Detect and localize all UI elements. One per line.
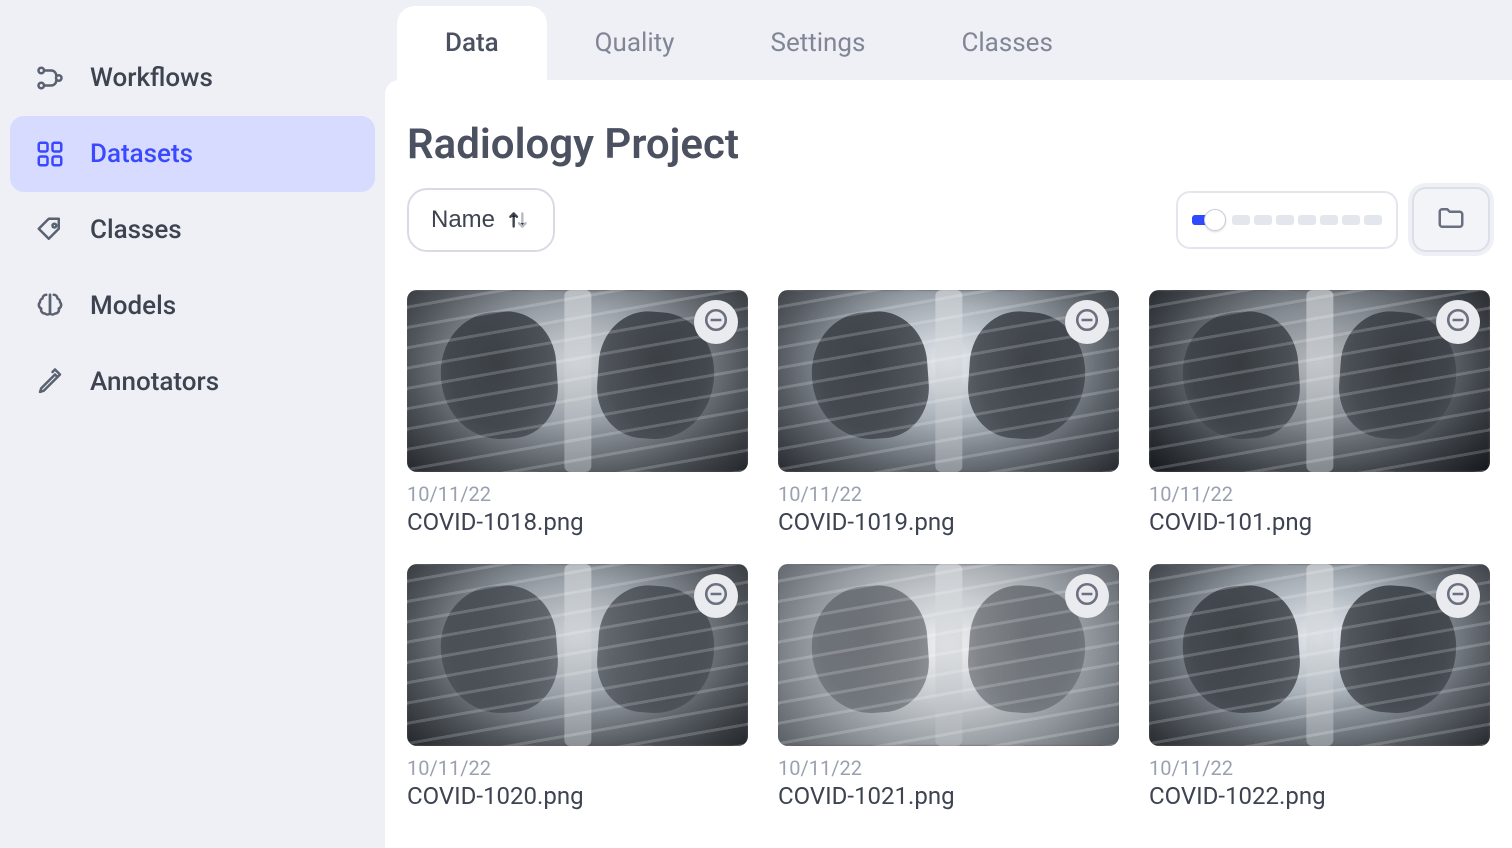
- dataset-item-name: COVID-1020.png: [407, 782, 748, 810]
- dataset-item: 10/11/22 COVID-1022.png: [1149, 564, 1490, 810]
- tab-data[interactable]: Data: [397, 6, 547, 80]
- sidebar-item-models[interactable]: Models: [10, 268, 375, 344]
- sidebar-item-workflows[interactable]: Workflows: [10, 40, 375, 116]
- image-grid: 10/11/22 COVID-1018.png 10/11/22 C: [407, 290, 1490, 810]
- datasets-icon: [34, 138, 66, 170]
- status-badge: [1065, 574, 1109, 618]
- toolbar-right: [1176, 187, 1490, 252]
- main-panel: Data Quality Settings Classes Radiology …: [385, 0, 1512, 848]
- unlabeled-icon: [1445, 581, 1471, 611]
- dataset-item: 10/11/22 COVID-1021.png: [778, 564, 1119, 810]
- sort-arrows-icon: [505, 207, 531, 233]
- tab-settings[interactable]: Settings: [723, 6, 914, 80]
- sidebar-item-label: Datasets: [90, 139, 193, 169]
- thumbnail-size-slider[interactable]: [1176, 191, 1398, 249]
- app-root: Workflows Datasets Classes: [0, 0, 1512, 848]
- sidebar-item-label: Models: [90, 291, 176, 321]
- dataset-thumbnail[interactable]: [407, 290, 748, 472]
- dataset-thumbnail[interactable]: [407, 564, 748, 746]
- folder-view-button[interactable]: [1412, 187, 1490, 252]
- sort-label: Name: [431, 206, 495, 234]
- dataset-item-date: 10/11/22: [778, 756, 1119, 780]
- sidebar: Workflows Datasets Classes: [0, 0, 385, 848]
- unlabeled-icon: [1074, 307, 1100, 337]
- sidebar-item-label: Workflows: [90, 63, 213, 93]
- sort-button[interactable]: Name: [407, 188, 555, 252]
- status-badge: [1065, 300, 1109, 344]
- dataset-item: 10/11/22 COVID-1019.png: [778, 290, 1119, 536]
- sidebar-item-label: Classes: [90, 215, 182, 245]
- status-badge: [694, 300, 738, 344]
- sidebar-item-annotators[interactable]: Annotators: [10, 344, 375, 420]
- tag-icon: [34, 214, 66, 246]
- tab-quality[interactable]: Quality: [547, 6, 723, 80]
- zoom-segment: [1276, 215, 1294, 225]
- brain-icon: [34, 290, 66, 322]
- tab-classes[interactable]: Classes: [913, 6, 1100, 80]
- dataset-item-name: COVID-1019.png: [778, 508, 1119, 536]
- page-title: Radiology Project: [407, 120, 1490, 169]
- status-badge: [694, 574, 738, 618]
- zoom-segment: [1232, 215, 1250, 225]
- dataset-item-date: 10/11/22: [778, 482, 1119, 506]
- dataset-item-date: 10/11/22: [1149, 482, 1490, 506]
- zoom-thumb: [1204, 209, 1226, 231]
- dataset-item-date: 10/11/22: [407, 482, 748, 506]
- toolbar: Name: [407, 187, 1490, 252]
- unlabeled-icon: [703, 307, 729, 337]
- unlabeled-icon: [703, 581, 729, 611]
- unlabeled-icon: [1445, 307, 1471, 337]
- sidebar-item-classes[interactable]: Classes: [10, 192, 375, 268]
- status-badge: [1436, 574, 1480, 618]
- dataset-item-name: COVID-101.png: [1149, 508, 1490, 536]
- dataset-item-name: COVID-1021.png: [778, 782, 1119, 810]
- tab-label: Data: [445, 28, 499, 58]
- pen-icon: [34, 366, 66, 398]
- sidebar-item-datasets[interactable]: Datasets: [10, 116, 375, 192]
- dataset-item: 10/11/22 COVID-101.png: [1149, 290, 1490, 536]
- tab-label: Classes: [961, 28, 1052, 58]
- zoom-segment: [1342, 215, 1360, 225]
- dataset-item-date: 10/11/22: [1149, 756, 1490, 780]
- zoom-segment: [1320, 215, 1338, 225]
- tab-label: Settings: [771, 28, 866, 58]
- tabbar: Data Quality Settings Classes: [385, 0, 1512, 80]
- workflow-icon: [34, 62, 66, 94]
- dataset-thumbnail[interactable]: [778, 564, 1119, 746]
- dataset-item-name: COVID-1022.png: [1149, 782, 1490, 810]
- folder-icon: [1436, 203, 1466, 236]
- content-area: Radiology Project Name: [385, 80, 1512, 848]
- dataset-item: 10/11/22 COVID-1018.png: [407, 290, 748, 536]
- zoom-segment: [1254, 215, 1272, 225]
- zoom-segment: [1298, 215, 1316, 225]
- dataset-item: 10/11/22 COVID-1020.png: [407, 564, 748, 810]
- dataset-thumbnail[interactable]: [1149, 564, 1490, 746]
- dataset-item-name: COVID-1018.png: [407, 508, 748, 536]
- tab-label: Quality: [595, 28, 675, 58]
- status-badge: [1436, 300, 1480, 344]
- dataset-item-date: 10/11/22: [407, 756, 748, 780]
- unlabeled-icon: [1074, 581, 1100, 611]
- dataset-thumbnail[interactable]: [778, 290, 1119, 472]
- sidebar-item-label: Annotators: [90, 367, 219, 397]
- dataset-thumbnail[interactable]: [1149, 290, 1490, 472]
- zoom-segment: [1364, 215, 1382, 225]
